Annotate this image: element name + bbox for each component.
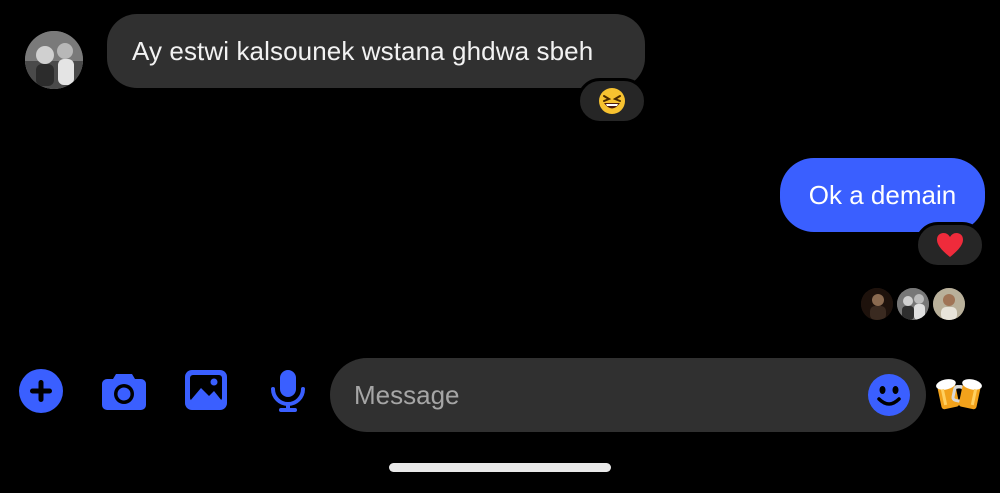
read-receipt-avatar [861,288,893,320]
home-indicator[interactable] [389,463,611,472]
camera-icon[interactable] [101,371,147,411]
plus-icon[interactable] [19,369,63,413]
incoming-message-reaction[interactable] [577,78,647,124]
read-receipt-avatar [897,288,929,320]
smiley-icon[interactable] [868,374,910,421]
outgoing-message-text: Ok a demain [808,179,957,210]
message-input[interactable] [354,358,854,432]
message-composer [330,358,926,432]
incoming-message-bubble[interactable]: Ay estwi kalsounek wstana ghdwa sbeh [107,14,645,88]
microphone-icon[interactable] [270,369,306,413]
red-heart-emoji [937,233,963,257]
image-icon[interactable] [184,369,228,411]
beer-mugs-emoji[interactable] [935,374,983,417]
read-receipt-avatar [933,288,965,320]
outgoing-message-reaction[interactable] [915,222,985,268]
laughing-face-emoji [599,88,625,114]
incoming-message-text: Ay estwi kalsounek wstana ghdwa sbeh [132,35,594,66]
outgoing-message-bubble[interactable]: Ok a demain [780,158,985,232]
sender-avatar[interactable] [25,31,83,89]
